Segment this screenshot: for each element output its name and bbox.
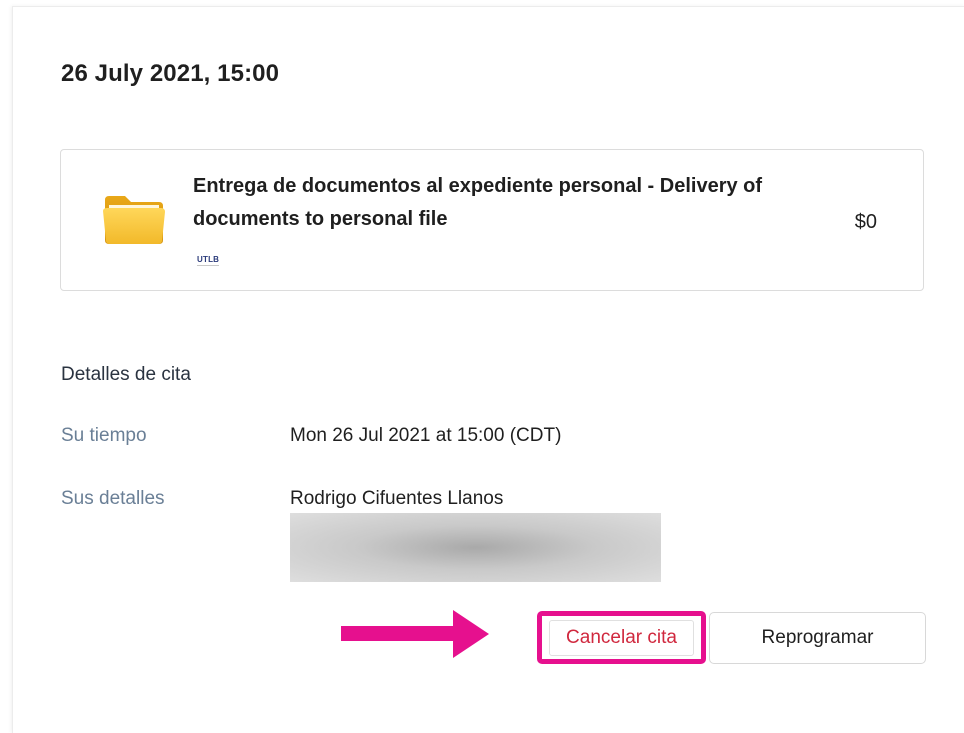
redacted-contact-info bbox=[290, 513, 661, 582]
pointer-arrow-icon bbox=[341, 610, 489, 658]
time-label: Su tiempo bbox=[61, 425, 147, 446]
service-card: Entrega de documentos al expediente pers… bbox=[60, 149, 924, 291]
time-value: Mon 26 Jul 2021 at 15:00 (CDT) bbox=[290, 425, 562, 446]
details-label: Sus detalles bbox=[61, 488, 165, 509]
reschedule-button[interactable]: Reprogramar bbox=[709, 612, 926, 664]
service-price: $0 bbox=[854, 211, 877, 233]
details-heading: Detalles de cita bbox=[61, 364, 191, 385]
provider-logo: UTLB bbox=[197, 255, 220, 266]
customer-name: Rodrigo Cifuentes Llanos bbox=[290, 488, 504, 509]
folder-icon bbox=[103, 196, 165, 244]
appointment-date-heading: 26 July 2021, 15:00 bbox=[61, 60, 280, 87]
service-title: Entrega de documentos al expediente pers… bbox=[193, 175, 763, 230]
cancel-appointment-button[interactable]: Cancelar cita bbox=[549, 620, 694, 656]
